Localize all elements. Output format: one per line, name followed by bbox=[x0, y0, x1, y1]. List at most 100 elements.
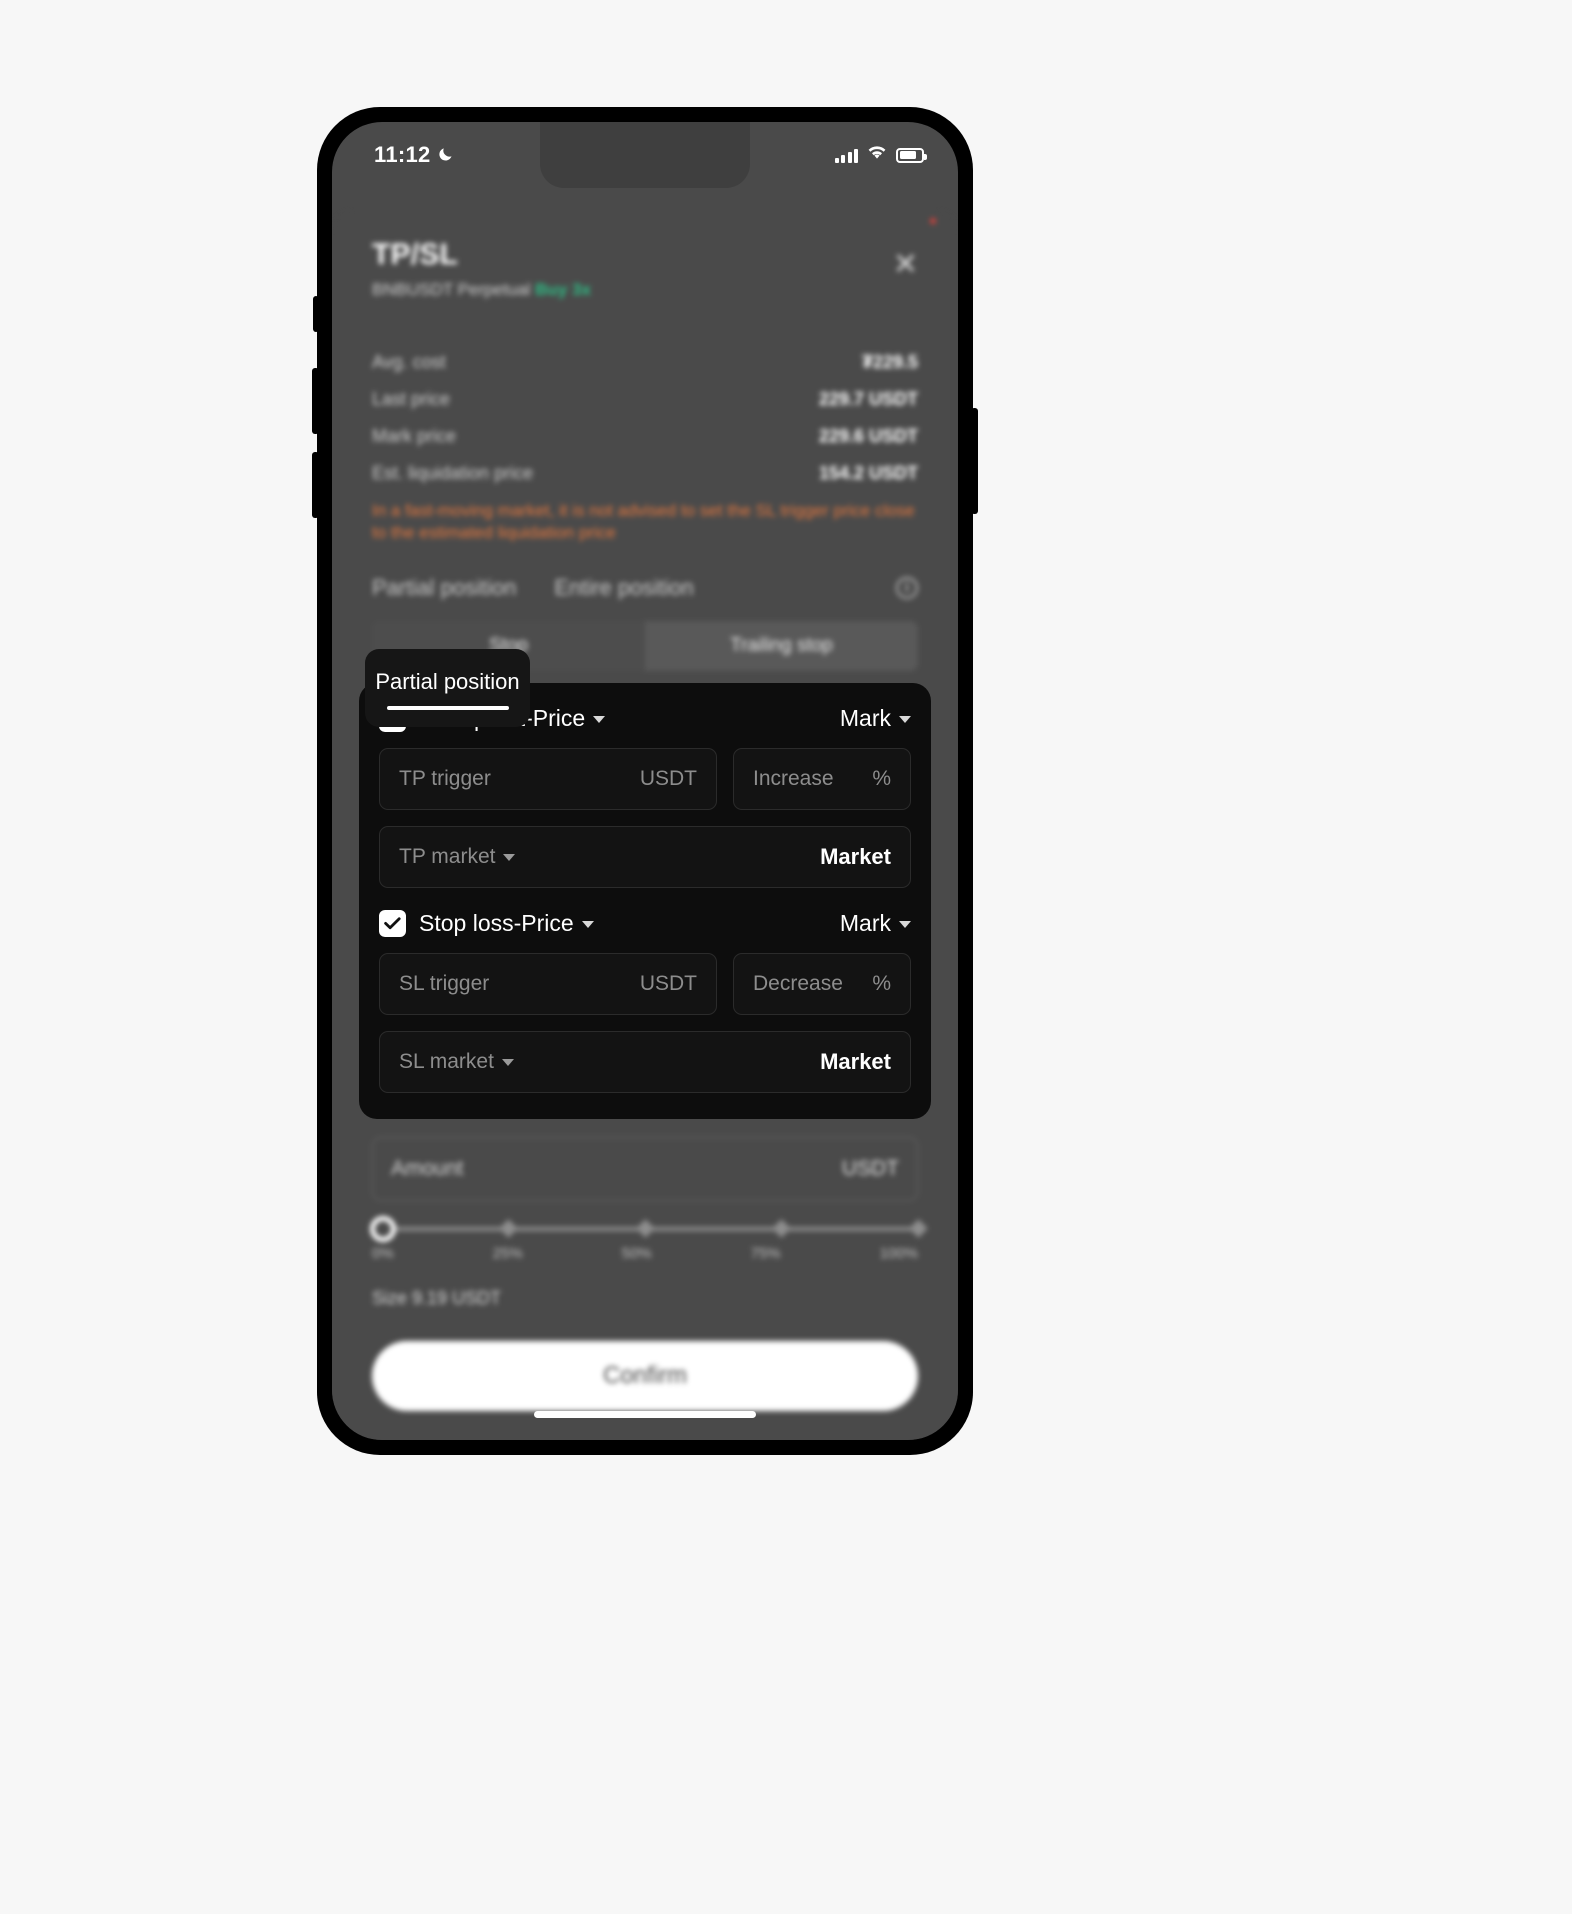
chevron-down-icon bbox=[503, 853, 516, 861]
sl-trigger-input[interactable]: SL trigger USDT bbox=[379, 953, 717, 1015]
wifi-icon bbox=[867, 145, 887, 165]
liquidation-warning-text: In a fast-moving market, it is not advis… bbox=[372, 501, 915, 543]
stop-loss-price-source-text: Mark bbox=[839, 910, 891, 936]
slider-label-50: 50% bbox=[621, 1244, 652, 1262]
info-row: Avg. cost ₮229.5 bbox=[372, 352, 918, 373]
phone-screen: 11:12 TP/SL BNBUSDT Perpetual Buy 3x ✕ A… bbox=[332, 122, 958, 1440]
phone-frame: 11:12 TP/SL BNBUSDT Perpetual Buy 3x ✕ A… bbox=[312, 108, 978, 1454]
power-button[interactable] bbox=[971, 408, 978, 514]
status-bar: 11:12 bbox=[332, 122, 958, 188]
tp-percent-placeholder: Increase bbox=[753, 767, 834, 790]
tp-trigger-placeholder: TP trigger bbox=[399, 767, 491, 790]
sl-percent-placeholder: Decrease bbox=[753, 972, 843, 995]
slider-tick-100[interactable] bbox=[908, 1219, 928, 1238]
take-profit-inputs-row: TP trigger USDT Increase % bbox=[379, 748, 911, 810]
slider-label-25: 25% bbox=[492, 1244, 523, 1262]
page-title: TP/SL bbox=[372, 238, 459, 271]
tp-order-type-label-group[interactable]: TP market bbox=[399, 845, 516, 869]
amount-suffix: USDT bbox=[841, 1156, 899, 1180]
tp-percent-suffix: % bbox=[872, 767, 891, 790]
stop-loss-title-group: Stop loss-Price bbox=[379, 910, 594, 937]
battery-icon bbox=[896, 147, 927, 163]
card-divider-space bbox=[379, 888, 911, 910]
stop-loss-inputs-row: SL trigger USDT Decrease % bbox=[379, 953, 911, 1015]
clock-label: 11:12 bbox=[374, 142, 431, 167]
sheet-header-text: TP/SL BNBUSDT Perpetual Buy 3x bbox=[372, 238, 591, 300]
tab-entire-position[interactable]: Entire position bbox=[554, 575, 693, 615]
info-label: Est. liquidation price bbox=[372, 463, 534, 483]
sl-percent-input[interactable]: Decrease % bbox=[733, 953, 911, 1015]
slider-tick-75[interactable] bbox=[772, 1219, 791, 1238]
tab-partial-position-highlight[interactable]: Partial position bbox=[365, 649, 530, 727]
sl-order-type-value: Market bbox=[820, 1049, 891, 1074]
position-scope-tabs: Partial position Entire position i bbox=[332, 545, 958, 615]
status-indicators bbox=[834, 145, 927, 165]
volume-down-button[interactable] bbox=[312, 452, 319, 518]
contract-name: BNBUSDT Perpetual bbox=[372, 280, 531, 299]
take-profit-price-source-text: Mark bbox=[839, 705, 891, 731]
order-size-text: Size 9.19 USDT bbox=[372, 1287, 502, 1308]
info-label: Last price bbox=[372, 389, 451, 409]
slider-tick-25[interactable] bbox=[499, 1219, 518, 1238]
position-info-block: Avg. cost ₮229.5 Last price 229.7 USDT M… bbox=[332, 300, 958, 545]
stop-loss-header: Stop loss-Price Mark bbox=[379, 910, 911, 937]
info-value: 229.6 USDT bbox=[818, 426, 918, 446]
slider-label-75: 75% bbox=[750, 1244, 781, 1262]
chevron-down-icon bbox=[899, 921, 911, 928]
sl-percent-suffix: % bbox=[872, 972, 891, 995]
info-label: Avg. cost bbox=[372, 352, 446, 372]
sl-trigger-placeholder: SL trigger bbox=[399, 972, 490, 995]
segment-trailing-stop[interactable]: Trailing stop bbox=[645, 621, 918, 671]
slider-label-0: 0% bbox=[372, 1244, 394, 1262]
slider-tick-50[interactable] bbox=[635, 1219, 655, 1238]
chevron-down-icon bbox=[581, 921, 594, 928]
stop-loss-label-text: Stop loss-Price bbox=[419, 910, 574, 936]
tab-partial-position-label: Partial position bbox=[375, 668, 520, 694]
home-indicator[interactable] bbox=[534, 1411, 756, 1418]
position-side-badge: Buy 3x bbox=[535, 280, 591, 299]
tp-order-type-row[interactable]: TP market Market bbox=[379, 826, 911, 888]
tpsl-settings-card: Take profit-Price Mark TP trigger USDT I… bbox=[359, 683, 931, 1119]
tp-trigger-input[interactable]: TP trigger USDT bbox=[379, 748, 717, 810]
slider-thumb[interactable] bbox=[370, 1215, 396, 1242]
slider-labels: 0% 25% 50% 75% 100% bbox=[372, 1245, 918, 1262]
sl-order-type-label: SL market bbox=[399, 1050, 494, 1073]
info-value: ₮229.5 bbox=[861, 352, 918, 372]
info-circle-icon[interactable]: i bbox=[896, 576, 918, 599]
silent-switch[interactable] bbox=[313, 296, 319, 332]
info-row: Mark price 229.6 USDT bbox=[372, 426, 918, 447]
sl-order-type-row[interactable]: SL market Market bbox=[379, 1031, 911, 1093]
tp-order-type-label: TP market bbox=[399, 845, 496, 868]
stop-loss-price-source[interactable]: Mark bbox=[840, 910, 911, 937]
slider-label-100: 100% bbox=[879, 1244, 918, 1262]
amount-placeholder: Amount bbox=[391, 1156, 464, 1180]
amount-block: Amount USDT 0% 25% 50% 75% 100% Size 9.1… bbox=[332, 1123, 958, 1309]
tab-partial-position[interactable]: Partial position bbox=[372, 575, 516, 615]
crescent-moon-icon bbox=[438, 142, 455, 168]
info-row: Est. liquidation price 154.2 USDT bbox=[372, 463, 918, 484]
notification-dot bbox=[930, 218, 936, 224]
sheet-header: TP/SL BNBUSDT Perpetual Buy 3x ✕ bbox=[332, 212, 958, 300]
signal-bars-icon bbox=[834, 148, 858, 163]
info-row: Last price 229.7 USDT bbox=[372, 389, 918, 410]
tab-active-underline bbox=[386, 705, 509, 710]
volume-up-button[interactable] bbox=[312, 368, 319, 434]
tp-trigger-suffix: USDT bbox=[639, 767, 697, 790]
chevron-down-icon bbox=[501, 1058, 514, 1066]
stop-loss-label[interactable]: Stop loss-Price bbox=[419, 910, 594, 937]
close-icon[interactable]: ✕ bbox=[893, 250, 918, 280]
sl-order-type-label-group[interactable]: SL market bbox=[399, 1050, 514, 1074]
amount-slider[interactable] bbox=[370, 1215, 928, 1242]
sheet-subtitle: BNBUSDT Perpetual Buy 3x bbox=[372, 280, 591, 300]
confirm-button[interactable]: Confirm bbox=[372, 1340, 918, 1411]
info-value: 154.2 USDT bbox=[818, 463, 918, 483]
status-time-group: 11:12 bbox=[374, 142, 455, 168]
stop-loss-checkbox[interactable] bbox=[379, 910, 406, 937]
sl-trigger-suffix: USDT bbox=[639, 972, 697, 995]
tp-percent-input[interactable]: Increase % bbox=[733, 748, 911, 810]
take-profit-price-source[interactable]: Mark bbox=[840, 705, 911, 732]
tp-order-type-value: Market bbox=[820, 844, 891, 869]
amount-input[interactable]: Amount USDT bbox=[372, 1136, 918, 1201]
info-label: Mark price bbox=[372, 426, 457, 446]
chevron-down-icon bbox=[899, 716, 911, 723]
